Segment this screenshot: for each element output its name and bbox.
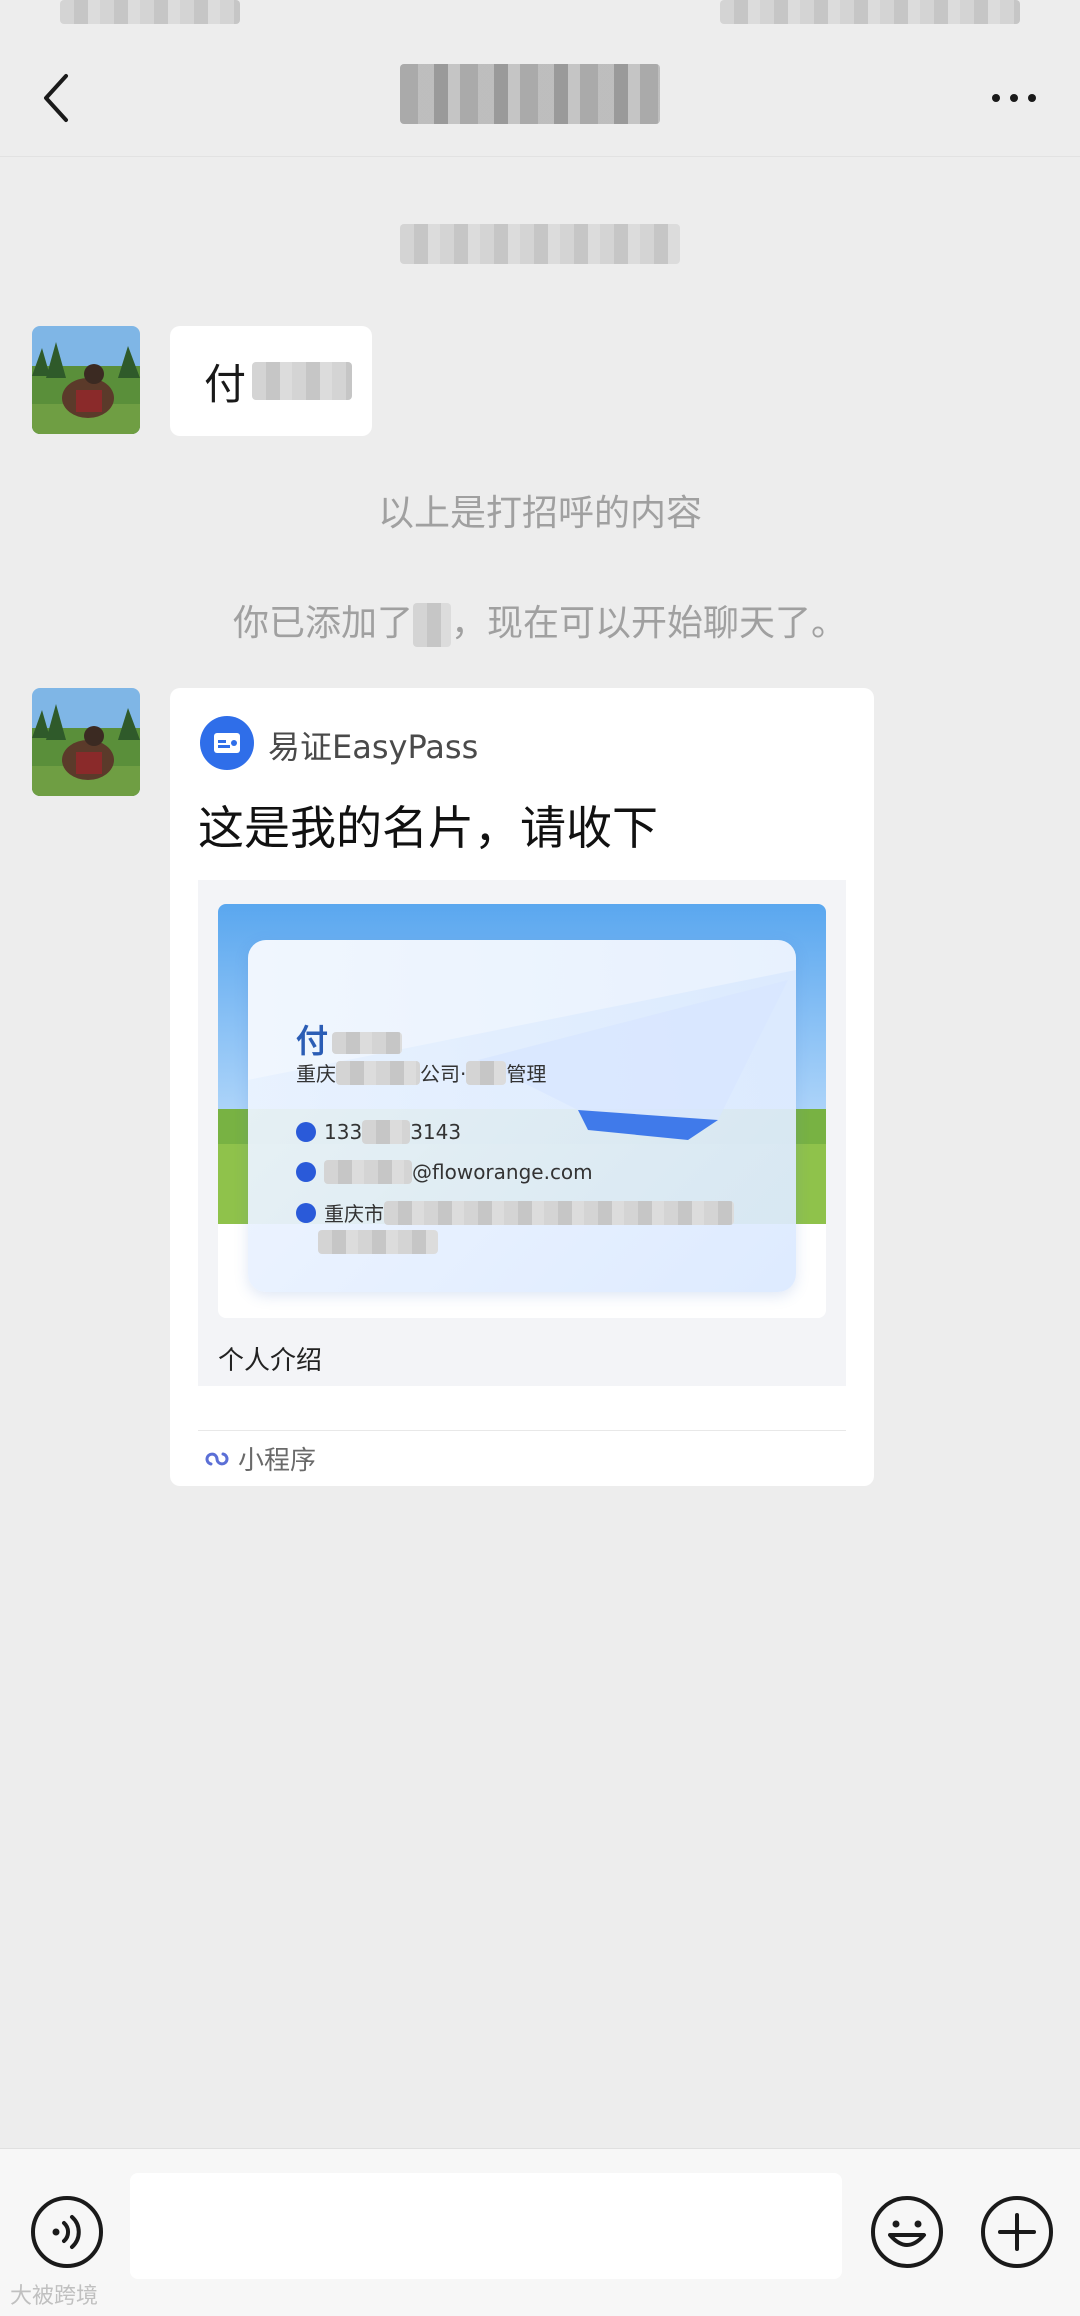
system-added-note: 你已添加了 ，现在可以开始聊天了。 <box>0 594 1080 647</box>
navigation-bar <box>0 40 1080 157</box>
emoji-icon <box>871 2196 943 2268</box>
system-greeting-note: 以上是打招呼的内容 <box>377 493 702 534</box>
more-icon <box>992 94 1036 102</box>
card-company: 重庆 公司· 管理 <box>296 1060 547 1086</box>
status-right-redacted <box>720 0 1020 24</box>
miniprogram-label: 小程序 <box>238 1446 317 1476</box>
message-redacted <box>252 362 353 400</box>
plus-button[interactable] <box>978 2193 1056 2271</box>
easypass-logo-icon <box>200 716 254 770</box>
watermark: 大被跨境 <box>10 2284 99 2309</box>
miniprogram-icon <box>205 1452 229 1465</box>
status-left-redacted <box>60 0 240 24</box>
message-bubble[interactable]: 付 <box>170 326 372 436</box>
miniprogram-app-name: 易证EasyPass <box>268 728 479 766</box>
email-icon <box>296 1162 316 1182</box>
emoji-button[interactable] <box>868 2193 946 2271</box>
personal-intro-label: 个人介绍 <box>218 1346 323 1376</box>
card-email: @floworange.com <box>296 1160 593 1184</box>
card-phone: 133 3143 <box>296 1120 461 1144</box>
phone-icon <box>296 1122 316 1142</box>
card-divider <box>198 1430 846 1431</box>
added-suffix: ，现在可以开始聊天了。 <box>451 603 848 644</box>
timestamp-redacted <box>400 224 680 264</box>
card-address: 重庆市 <box>296 1198 734 1227</box>
more-button[interactable] <box>974 66 1054 130</box>
voice-icon <box>31 2196 103 2268</box>
avatar-image <box>32 688 140 796</box>
added-prefix: 你已添加了 <box>232 603 413 644</box>
avatar-image <box>32 326 140 434</box>
back-arrow-icon <box>44 74 68 122</box>
chat-title-redacted <box>400 64 660 124</box>
business-card-message[interactable]: 易证EasyPass 这是我的名片，请收下 付 重庆 公司· 管理 133 31… <box>170 688 874 1486</box>
back-button[interactable] <box>32 66 92 130</box>
card-message-text: 这是我的名片，请收下 <box>198 801 658 855</box>
chat-input-bar <box>0 2148 1080 2316</box>
miniprogram-footer: 小程序 <box>202 1440 316 1477</box>
status-bar <box>0 0 1080 40</box>
business-card-image: 付 重庆 公司· 管理 133 3143 @floworange.com 重庆市 <box>218 904 826 1318</box>
contact-name-redacted <box>413 603 451 647</box>
card-person-name: 付 <box>296 1016 403 1062</box>
message-text: 付 <box>204 359 247 409</box>
avatar[interactable] <box>32 688 140 796</box>
location-icon <box>296 1202 316 1223</box>
voice-button[interactable] <box>28 2193 106 2271</box>
plus-icon <box>981 2196 1053 2268</box>
card-preview: 付 重庆 公司· 管理 133 3143 @floworange.com 重庆市… <box>198 880 846 1386</box>
message-input[interactable] <box>130 2173 842 2279</box>
avatar[interactable] <box>32 326 140 434</box>
